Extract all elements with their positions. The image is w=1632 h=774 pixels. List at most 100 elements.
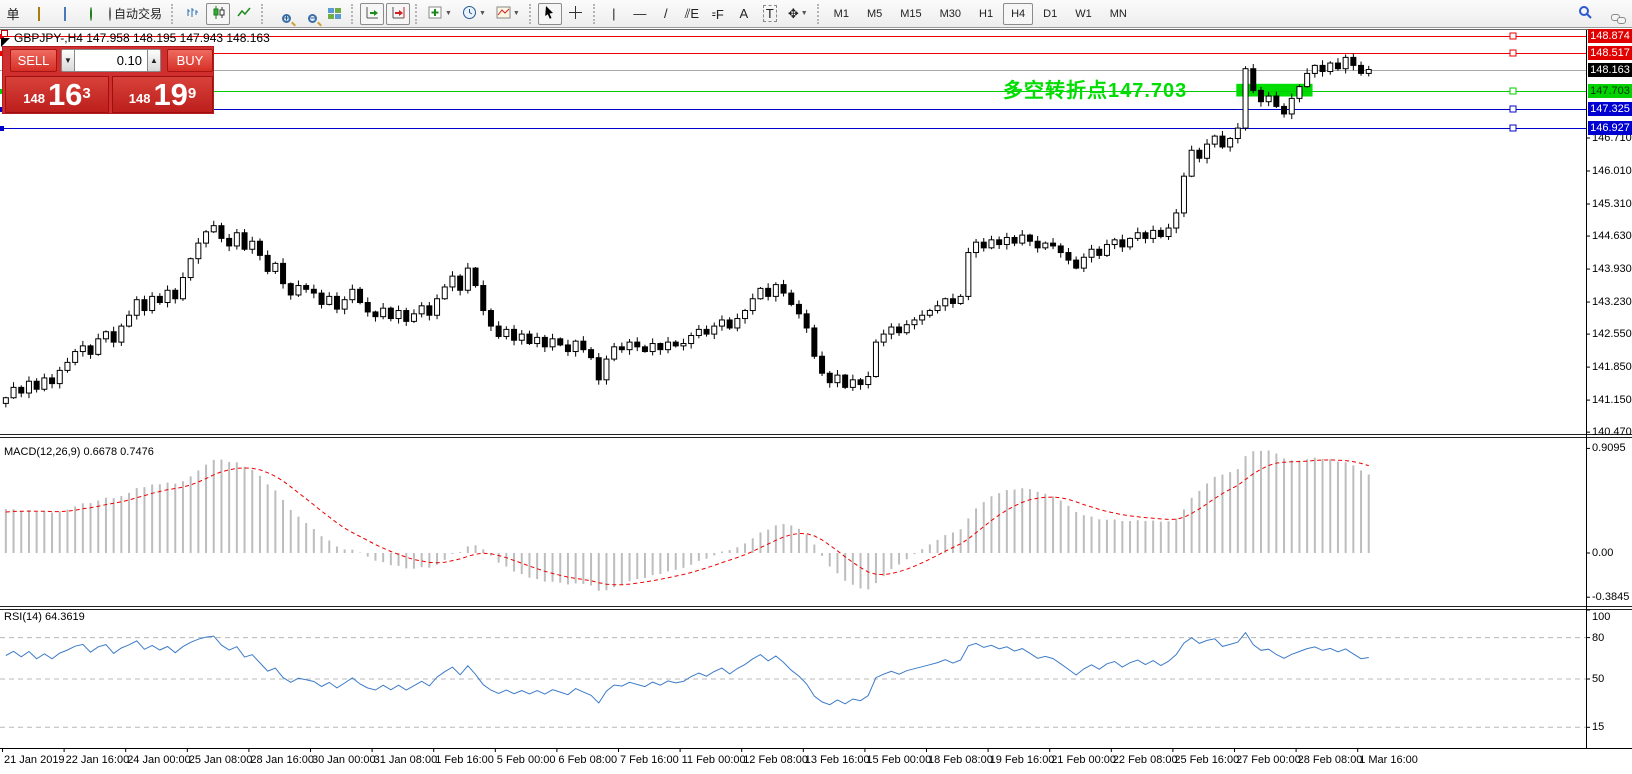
candle-body	[512, 329, 517, 340]
candle-body	[897, 327, 902, 333]
templates-icon[interactable]: ▼	[492, 3, 524, 25]
candle-body	[65, 362, 70, 370]
candle-body	[635, 342, 640, 347]
time-axis-label: 28 Feb 08:00	[1298, 754, 1363, 766]
macd-axis-label: 0.9095	[1592, 442, 1626, 454]
timeframe-button-w1[interactable]: W1	[1067, 3, 1100, 25]
candle-body	[712, 326, 717, 334]
text-tool-icon[interactable]: A	[732, 3, 756, 25]
candle-body	[1012, 237, 1017, 243]
candle-body	[527, 334, 532, 343]
open-chart-window-icon[interactable]	[53, 3, 77, 25]
candle-body	[496, 326, 501, 336]
candle-body	[88, 346, 93, 354]
candle-body	[173, 290, 178, 298]
crosshair-icon[interactable]	[564, 3, 588, 25]
dropdown-arrow-icon[interactable]: ▼	[513, 10, 520, 17]
line-handle[interactable]	[1510, 106, 1516, 112]
candle-body	[920, 315, 925, 320]
candle-body	[850, 380, 855, 388]
line-handle[interactable]	[1510, 125, 1516, 131]
candle-body	[219, 226, 224, 239]
dropdown-arrow-icon[interactable]: ▼	[445, 10, 452, 17]
arrows-tool-icon[interactable]: ✥▼	[784, 3, 812, 25]
auto-scroll-icon[interactable]	[360, 3, 384, 25]
sell-button[interactable]: SELL	[10, 49, 57, 72]
candle-body	[288, 284, 293, 295]
price-axis-label: 142.550	[1592, 328, 1632, 340]
candlestick-chart-icon[interactable]	[206, 3, 230, 25]
trendline-icon[interactable]: /	[654, 3, 678, 25]
volume-decrease-button[interactable]: ▼	[61, 49, 75, 72]
chart-shift-icon[interactable]	[386, 3, 410, 25]
candle-body	[419, 306, 424, 314]
candle-body	[958, 296, 963, 303]
timeframe-button-m5[interactable]: M5	[859, 3, 890, 25]
alert-icon[interactable]	[27, 3, 51, 25]
candle-body	[411, 314, 416, 322]
buy-button[interactable]: BUY	[167, 49, 213, 72]
timeframe-button-h4[interactable]: H4	[1003, 3, 1033, 25]
candle-body	[1043, 243, 1048, 248]
candle-body	[843, 375, 848, 387]
fibonacci-icon[interactable]: ⹀F	[706, 3, 730, 25]
volume-input[interactable]	[75, 49, 147, 72]
price-chart-canvas[interactable]	[0, 0, 1632, 774]
zoom-out-icon[interactable]: −	[296, 3, 320, 25]
tile-windows-icon[interactable]	[322, 3, 346, 25]
buy-price-display[interactable]: 148 19 9	[112, 76, 213, 113]
price-axis-label: 141.850	[1592, 361, 1632, 373]
one-click-collapse-icon[interactable]	[1, 30, 10, 47]
horizontal-line-icon[interactable]: —	[628, 3, 652, 25]
candle-body	[450, 276, 455, 287]
candle-body	[119, 326, 124, 342]
signals-icon[interactable]	[79, 3, 103, 25]
sell-price-display[interactable]: 148 16 3	[5, 76, 109, 113]
candle-body	[73, 352, 78, 363]
timeframe-button-m1[interactable]: M1	[826, 3, 857, 25]
timeframe-button-h1[interactable]: H1	[971, 3, 1001, 25]
chat-icon[interactable]	[1599, 3, 1623, 25]
candle-body	[981, 242, 986, 248]
bar-chart-icon[interactable]	[180, 3, 204, 25]
line-handle[interactable]	[1510, 88, 1516, 94]
line-handle[interactable]	[1510, 50, 1516, 56]
indicators-icon[interactable]: ▼	[424, 3, 456, 25]
candle-body	[350, 289, 355, 299]
main-toolbar: 单 自动交易 +− ▼ ▼ ▼ |—/⫽E⹀FAT✥▼ M1M5M15M30H1H4D1W1M…	[0, 0, 1632, 28]
cursor-icon[interactable]	[538, 3, 562, 25]
timeframe-button-mn[interactable]: MN	[1102, 3, 1135, 25]
timeframe-button-m30[interactable]: M30	[932, 3, 969, 25]
candle-body	[604, 359, 609, 380]
chart-background[interactable]	[0, 29, 1632, 774]
line-handle[interactable]	[1510, 33, 1516, 39]
chart-window[interactable]: 单自动交易+−▼▼▼|—/⫽E⹀FAT✥▼M1M5M15M30H1H4D1W1M…	[0, 0, 1632, 774]
equidistant-channel-icon[interactable]: ⫽E	[680, 3, 704, 25]
new-order-button[interactable]: 单	[1, 3, 25, 25]
candle-body	[1004, 237, 1009, 244]
candle-body	[812, 328, 817, 356]
candle-body	[989, 240, 994, 248]
candle-body	[42, 378, 47, 389]
time-axis-label: 31 Jan 08:00	[374, 754, 438, 766]
macd-indicator-label: MACD(12,26,9) 0.6678 0.7476	[4, 446, 154, 458]
line-chart-icon[interactable]	[232, 3, 256, 25]
timeframe-button-d1[interactable]: D1	[1035, 3, 1065, 25]
dropdown-arrow-icon[interactable]: ▼	[801, 10, 808, 17]
dropdown-arrow-icon[interactable]: ▼	[479, 10, 486, 17]
vertical-line-icon[interactable]: |	[602, 3, 626, 25]
candle-body	[165, 290, 170, 302]
candle-body	[504, 329, 509, 336]
toolbar-grip	[171, 4, 177, 24]
search-icon[interactable]	[1573, 3, 1597, 25]
text-label-icon[interactable]: T	[758, 3, 782, 25]
time-axis-label: 30 Jan 00:00	[312, 754, 376, 766]
toolbar-grip	[817, 4, 823, 24]
volume-increase-button[interactable]: ▲	[147, 49, 161, 72]
zoom-in-icon[interactable]: +	[270, 3, 294, 25]
autotrading-button[interactable]: 自动交易	[105, 3, 166, 25]
pivot-annotation-text[interactable]: 多空转折点147.703	[1003, 74, 1187, 103]
timeframe-button-m15[interactable]: M15	[892, 3, 929, 25]
candle-body	[1328, 63, 1333, 71]
periods-icon[interactable]: ▼	[458, 3, 490, 25]
